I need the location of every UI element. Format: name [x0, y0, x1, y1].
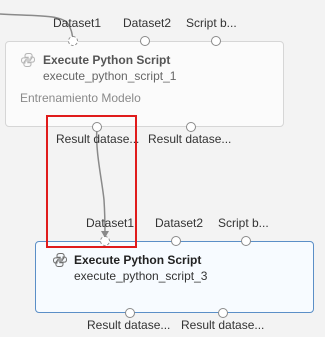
- top-input-label-script-bundle: Script b...: [186, 16, 237, 30]
- top-output-label-result2: Result datase...: [148, 132, 232, 146]
- bottom-input-label-dataset2: Dataset2: [155, 216, 204, 230]
- top-input-label-dataset2: Dataset2: [123, 16, 172, 30]
- python-script-icon: [20, 53, 36, 67]
- bottom-input-port-dataset2[interactable]: [171, 236, 181, 246]
- bottom-output-label-result1: Result datase...: [87, 318, 171, 332]
- top-output-port-result2[interactable]: [186, 122, 196, 132]
- top-input-port-dataset1[interactable]: [68, 36, 78, 46]
- bottom-output-label-result2: Result datase...: [181, 318, 265, 332]
- bottom-output-port-result2[interactable]: [218, 308, 228, 318]
- top-module-title: Execute Python Script: [43, 53, 171, 67]
- top-module-subtitle: execute_python_script_1: [43, 69, 177, 83]
- bottom-module-title: Execute Python Script: [74, 253, 202, 267]
- bottom-input-label-script-bundle: Script b...: [218, 216, 269, 230]
- bottom-input-port-script-bundle[interactable]: [241, 236, 251, 246]
- bottom-module-subtitle: execute_python_script_3: [74, 269, 208, 283]
- bottom-module-execute-python-script[interactable]: Execute Python Script execute_python_scr…: [35, 241, 314, 313]
- top-module-comment: Entrenamiento Modelo: [20, 91, 141, 105]
- bottom-output-port-result1[interactable]: [125, 308, 135, 318]
- top-input-label-dataset1: Dataset1: [53, 16, 102, 30]
- top-input-port-script-bundle[interactable]: [211, 36, 221, 46]
- top-input-port-dataset2[interactable]: [140, 36, 150, 46]
- highlight-annotation-box: [46, 115, 137, 248]
- python-script-icon: [52, 253, 68, 267]
